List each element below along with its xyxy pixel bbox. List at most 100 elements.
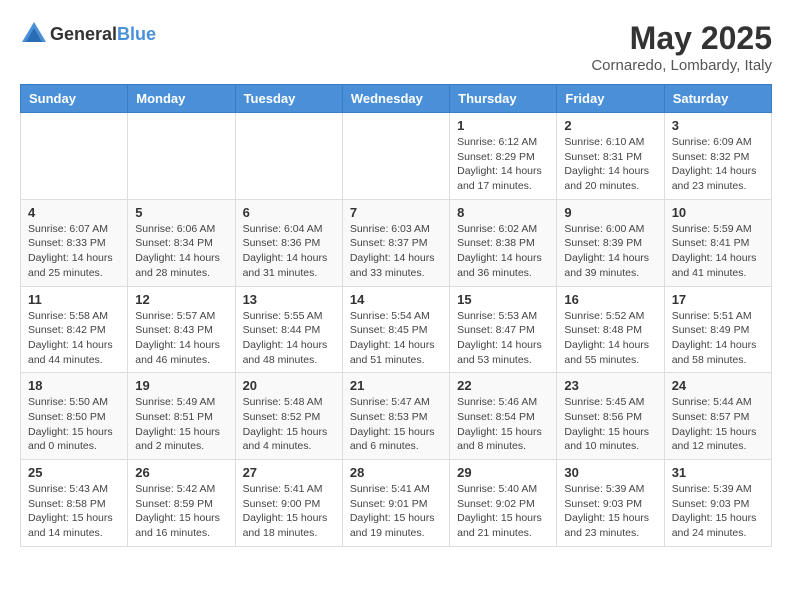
day-number: 20	[243, 378, 335, 393]
table-row: 5 Sunrise: 6:06 AM Sunset: 8:34 PM Daylig…	[128, 199, 235, 286]
table-row	[128, 113, 235, 200]
table-row: 30 Sunrise: 5:39 AM Sunset: 9:03 PM Dayli…	[557, 460, 664, 547]
weekday-header-row: Sunday Monday Tuesday Wednesday Thursday…	[21, 85, 772, 113]
day-number: 1	[457, 118, 549, 133]
table-row	[235, 113, 342, 200]
day-number: 29	[457, 465, 549, 480]
day-info: Sunrise: 5:52 AM Sunset: 8:48 PM Dayligh…	[564, 309, 656, 368]
table-row	[21, 113, 128, 200]
table-row: 26Sunrise: 5:42 AM Sunset: 8:59 PM Dayli…	[128, 460, 235, 547]
header-saturday: Saturday	[664, 85, 771, 113]
table-row: 17 Sunrise: 5:51 AM Sunset: 8:49 PM Dayli…	[664, 286, 771, 373]
day-number: 21	[350, 378, 442, 393]
day-info: Sunrise: 5:48 AM Sunset: 8:52 PM Dayligh…	[243, 395, 335, 454]
day-info: Sunrise: 5:45 AM Sunset: 8:56 PM Dayligh…	[564, 395, 656, 454]
day-number: 27	[243, 465, 335, 480]
day-number: 17	[672, 292, 764, 307]
day-number: 5	[135, 205, 227, 220]
table-row: 15 Sunrise: 5:53 AM Sunset: 8:47 PM Dayli…	[450, 286, 557, 373]
table-row: 28Sunrise: 5:41 AM Sunset: 9:01 PM Dayli…	[342, 460, 449, 547]
header-thursday: Thursday	[450, 85, 557, 113]
table-row: 9Sunrise: 6:00 AM Sunset: 8:39 PM Daylig…	[557, 199, 664, 286]
table-row: 10Sunrise: 5:59 AM Sunset: 8:41 PM Dayli…	[664, 199, 771, 286]
header-tuesday: Tuesday	[235, 85, 342, 113]
header-monday: Monday	[128, 85, 235, 113]
table-row: 21 Sunrise: 5:47 AM Sunset: 8:53 PM Dayli…	[342, 373, 449, 460]
day-info: Sunrise: 5:53 AM Sunset: 8:47 PM Dayligh…	[457, 309, 549, 368]
day-number: 3	[672, 118, 764, 133]
day-number: 15	[457, 292, 549, 307]
header-sunday: Sunday	[21, 85, 128, 113]
day-info: Sunrise: 5:43 AM Sunset: 8:58 PM Dayligh…	[28, 482, 120, 541]
day-info: Sunrise: 6:10 AM Sunset: 8:31 PM Dayligh…	[564, 135, 656, 194]
day-number: 7	[350, 205, 442, 220]
day-number: 2	[564, 118, 656, 133]
day-info: Sunrise: 5:42 AM Sunset: 8:59 PM Dayligh…	[135, 482, 227, 541]
table-row: 29 Sunrise: 5:40 AM Sunset: 9:02 PM Dayli…	[450, 460, 557, 547]
week-row-3: 11 Sunrise: 5:58 AM Sunset: 8:42 PM Dayli…	[21, 286, 772, 373]
week-row-1: 1 Sunrise: 6:12 AM Sunset: 8:29 PM Daylig…	[21, 113, 772, 200]
table-row: 8Sunrise: 6:02 AM Sunset: 8:38 PM Daylig…	[450, 199, 557, 286]
location-title: Cornaredo, Lombardy, Italy	[591, 57, 772, 74]
day-number: 14	[350, 292, 442, 307]
day-number: 25	[28, 465, 120, 480]
day-number: 6	[243, 205, 335, 220]
day-info: Sunrise: 5:40 AM Sunset: 9:02 PM Dayligh…	[457, 482, 549, 541]
page-header: GeneralBlue May 2025 Cornaredo, Lombardy…	[20, 20, 772, 74]
day-info: Sunrise: 5:57 AM Sunset: 8:43 PM Dayligh…	[135, 309, 227, 368]
day-number: 9	[564, 205, 656, 220]
day-info: Sunrise: 6:03 AM Sunset: 8:37 PM Dayligh…	[350, 222, 442, 281]
week-row-2: 4Sunrise: 6:07 AM Sunset: 8:33 PM Daylig…	[21, 199, 772, 286]
logo-general: General	[50, 24, 117, 44]
day-number: 24	[672, 378, 764, 393]
table-row: 4Sunrise: 6:07 AM Sunset: 8:33 PM Daylig…	[21, 199, 128, 286]
day-info: Sunrise: 5:58 AM Sunset: 8:42 PM Dayligh…	[28, 309, 120, 368]
day-info: Sunrise: 5:50 AM Sunset: 8:50 PM Dayligh…	[28, 395, 120, 454]
day-number: 28	[350, 465, 442, 480]
day-info: Sunrise: 5:46 AM Sunset: 8:54 PM Dayligh…	[457, 395, 549, 454]
table-row: 23 Sunrise: 5:45 AM Sunset: 8:56 PM Dayli…	[557, 373, 664, 460]
calendar: Sunday Monday Tuesday Wednesday Thursday…	[20, 84, 772, 547]
day-number: 23	[564, 378, 656, 393]
table-row: 1 Sunrise: 6:12 AM Sunset: 8:29 PM Daylig…	[450, 113, 557, 200]
day-info: Sunrise: 6:04 AM Sunset: 8:36 PM Dayligh…	[243, 222, 335, 281]
day-info: Sunrise: 5:41 AM Sunset: 9:00 PM Dayligh…	[243, 482, 335, 541]
day-number: 16	[564, 292, 656, 307]
day-number: 8	[457, 205, 549, 220]
logo-blue: Blue	[117, 24, 156, 44]
table-row: 13 Sunrise: 5:55 AM Sunset: 8:44 PM Dayli…	[235, 286, 342, 373]
day-info: Sunrise: 5:47 AM Sunset: 8:53 PM Dayligh…	[350, 395, 442, 454]
day-number: 12	[135, 292, 227, 307]
table-row: 7 Sunrise: 6:03 AM Sunset: 8:37 PM Daylig…	[342, 199, 449, 286]
table-row: 24Sunrise: 5:44 AM Sunset: 8:57 PM Dayli…	[664, 373, 771, 460]
day-info: Sunrise: 6:06 AM Sunset: 8:34 PM Dayligh…	[135, 222, 227, 281]
day-number: 30	[564, 465, 656, 480]
day-info: Sunrise: 6:07 AM Sunset: 8:33 PM Dayligh…	[28, 222, 120, 281]
table-row: 25 Sunrise: 5:43 AM Sunset: 8:58 PM Dayli…	[21, 460, 128, 547]
logo-icon	[20, 20, 48, 48]
table-row: 31Sunrise: 5:39 AM Sunset: 9:03 PM Dayli…	[664, 460, 771, 547]
day-number: 22	[457, 378, 549, 393]
day-info: Sunrise: 5:49 AM Sunset: 8:51 PM Dayligh…	[135, 395, 227, 454]
table-row: 19Sunrise: 5:49 AM Sunset: 8:51 PM Dayli…	[128, 373, 235, 460]
day-info: Sunrise: 5:51 AM Sunset: 8:49 PM Dayligh…	[672, 309, 764, 368]
day-info: Sunrise: 5:55 AM Sunset: 8:44 PM Dayligh…	[243, 309, 335, 368]
day-info: Sunrise: 5:54 AM Sunset: 8:45 PM Dayligh…	[350, 309, 442, 368]
table-row: 14 Sunrise: 5:54 AM Sunset: 8:45 PM Dayli…	[342, 286, 449, 373]
table-row: 2 Sunrise: 6:10 AM Sunset: 8:31 PM Daylig…	[557, 113, 664, 200]
table-row: 3 Sunrise: 6:09 AM Sunset: 8:32 PM Daylig…	[664, 113, 771, 200]
table-row: 11 Sunrise: 5:58 AM Sunset: 8:42 PM Dayli…	[21, 286, 128, 373]
table-row: 6 Sunrise: 6:04 AM Sunset: 8:36 PM Daylig…	[235, 199, 342, 286]
table-row	[342, 113, 449, 200]
week-row-4: 18Sunrise: 5:50 AM Sunset: 8:50 PM Dayli…	[21, 373, 772, 460]
table-row: 18Sunrise: 5:50 AM Sunset: 8:50 PM Dayli…	[21, 373, 128, 460]
logo: GeneralBlue	[20, 20, 156, 48]
day-number: 13	[243, 292, 335, 307]
week-row-5: 25 Sunrise: 5:43 AM Sunset: 8:58 PM Dayli…	[21, 460, 772, 547]
day-info: Sunrise: 6:12 AM Sunset: 8:29 PM Dayligh…	[457, 135, 549, 194]
day-info: Sunrise: 5:39 AM Sunset: 9:03 PM Dayligh…	[564, 482, 656, 541]
day-info: Sunrise: 6:09 AM Sunset: 8:32 PM Dayligh…	[672, 135, 764, 194]
title-section: May 2025 Cornaredo, Lombardy, Italy	[591, 20, 772, 74]
header-wednesday: Wednesday	[342, 85, 449, 113]
day-number: 11	[28, 292, 120, 307]
